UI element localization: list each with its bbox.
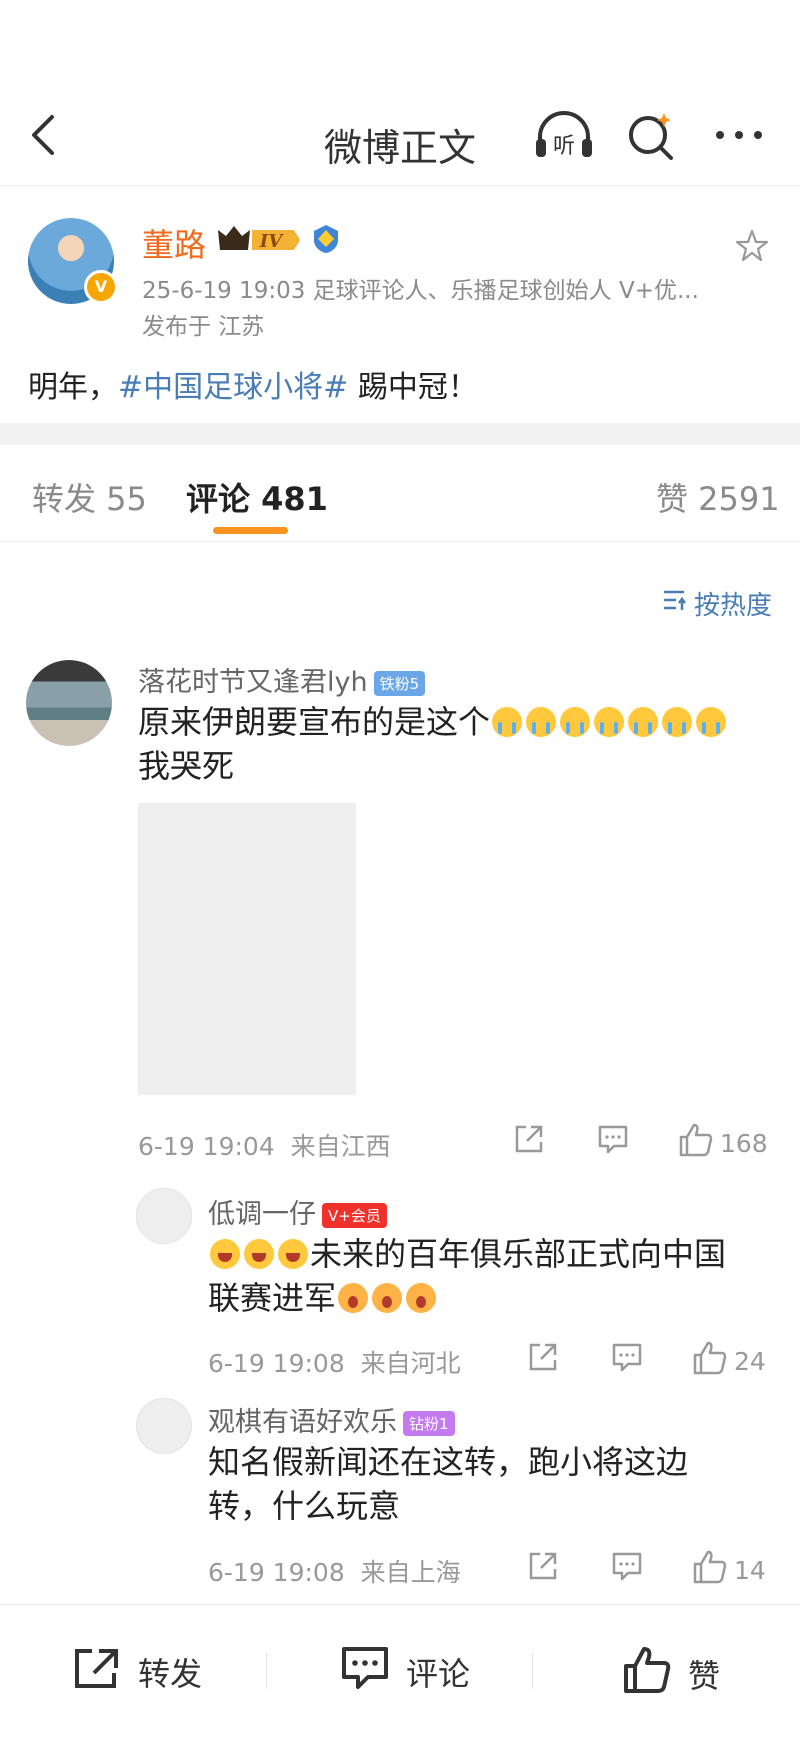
svg-text:听: 听 [553,134,575,159]
fan-badge: 铁粉5 [373,671,426,696]
crying-emoji-icon [492,707,523,737]
comment-bubble-icon [340,1645,390,1699]
tab-comment[interactable]: 评论 481 [186,474,328,520]
crying-emoji-icon [662,707,693,737]
replier-avatar[interactable] [136,1398,192,1454]
commenter-name[interactable]: 落花时节又逢君lyh 铁粉5 [138,660,426,699]
replier-avatar[interactable] [136,1188,192,1244]
top-nav-bar: 微博正文 听 [0,85,800,186]
more-options-icon[interactable] [712,109,776,163]
repost-button[interactable]: 转发 [72,1645,202,1699]
shocked-emoji-icon [372,1283,403,1313]
crying-emoji-icon [696,707,727,737]
member-crown-badge-icon: IV [216,222,302,260]
reply-comment-button[interactable] [596,1122,630,1162]
comment-text: 原来伊朗要宣布的是这个 我哭死 [138,700,778,788]
verified-badge-icon: V [84,270,118,304]
like-button[interactable]: 赞 [622,1645,720,1703]
reply-text: 未来的百年俱乐部正式向中国 联赛进军 [208,1235,727,1317]
listen-headphones-icon[interactable]: 听 [532,109,596,163]
divider [266,1653,267,1689]
post-location: 发布于 江苏 [142,314,265,340]
share-icon [526,1340,560,1380]
like-comment-button[interactable]: 168 [678,1122,768,1164]
post-text: 明年，#中国足球小将# 踢中冠！ [28,370,478,405]
fan-badge: 钻粉1 [403,1411,455,1436]
reply-reply-button[interactable] [610,1340,644,1380]
active-tab-indicator [213,527,288,534]
share-icon [526,1549,560,1589]
commenter-avatar[interactable] [26,660,112,746]
crying-emoji-icon [628,707,659,737]
svg-text:IV: IV [259,231,284,252]
author-name[interactable]: 董路 [142,220,206,266]
replier-name[interactable]: 低调一仔 V+会员 [208,1192,387,1231]
search-icon[interactable] [624,109,688,163]
bottom-action-bar: 转发 评论 赞 [0,1604,800,1760]
comment-time-source: 6-19 19:04 来自江西 [138,1132,391,1161]
comment-bubble-icon [610,1340,644,1380]
shocked-emoji-icon [406,1283,437,1313]
crying-emoji-icon [526,707,557,737]
author-avatar[interactable]: V [28,218,118,304]
comment-image[interactable] [138,803,356,1095]
share-icon [72,1645,122,1699]
sort-by-hot-button[interactable]: 按热度 [662,585,772,622]
repost-reply-button[interactable] [526,1549,560,1589]
comment-bubble-icon [610,1549,644,1589]
repost-reply-button[interactable] [526,1340,560,1380]
comment-button[interactable]: 评论 [340,1645,470,1699]
tab-repost[interactable]: 转发 55 [32,474,147,520]
laughing-emoji-icon [244,1239,274,1269]
crying-emoji-icon [594,707,625,737]
sort-icon [662,587,688,620]
thumbs-up-icon [692,1340,728,1382]
post-meta: 25-6-19 19:03 足球评论人、乐播足球创始人 V+优... [142,278,699,304]
favorite-star-icon[interactable] [734,228,770,268]
gold-shield-icon [310,223,342,259]
vip-badge: V+会员 [322,1203,387,1228]
tab-like[interactable]: 赞 2591 [656,474,780,520]
crying-emoji-icon [560,707,591,737]
section-divider [0,423,800,445]
hashtag-link[interactable]: #中国足球小将# [118,370,348,405]
like-reply-button[interactable]: 24 [692,1340,766,1382]
like-reply-button[interactable]: 14 [692,1549,766,1591]
share-icon [512,1122,546,1162]
reply-reply-button[interactable] [610,1549,644,1589]
divider [532,1653,533,1689]
thumbs-up-icon [678,1122,714,1164]
thumbs-up-icon [622,1645,672,1703]
reply-time-source: 6-19 19:08 来自河北 [208,1349,461,1378]
reply-time-source: 6-19 19:08 来自上海 [208,1558,461,1587]
thumbs-up-icon [692,1549,728,1591]
shocked-emoji-icon [338,1283,369,1313]
laughing-emoji-icon [210,1239,240,1269]
comment-bubble-icon [596,1122,630,1162]
laughing-emoji-icon [278,1239,308,1269]
reply-text: 知名假新闻还在这转，跑小将这边 转，什么玩意 [208,1443,689,1525]
tabs-divider [0,541,800,542]
replier-name[interactable]: 观棋有语好欢乐 钻粉1 [208,1400,455,1439]
repost-comment-button[interactable] [512,1122,546,1162]
